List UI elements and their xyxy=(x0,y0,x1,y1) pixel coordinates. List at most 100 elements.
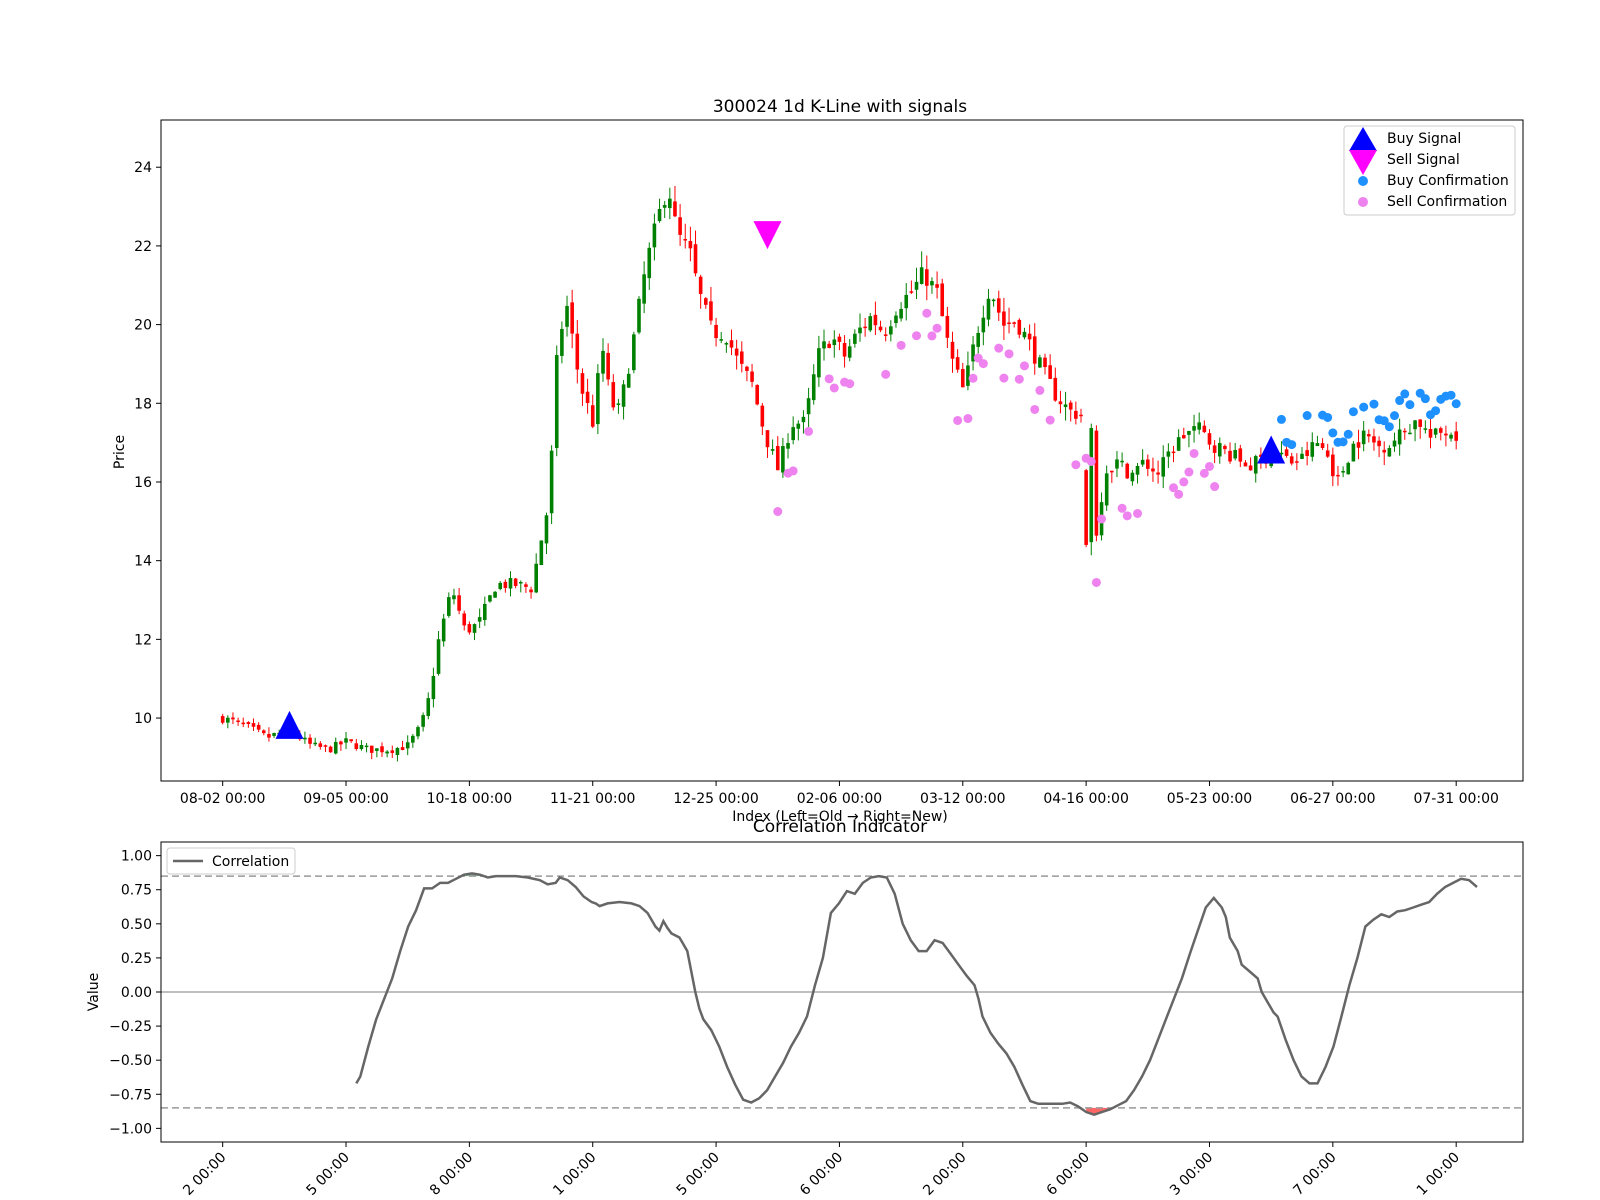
candle-body xyxy=(1068,402,1073,410)
candle-body xyxy=(1146,459,1150,469)
candle-body xyxy=(806,398,811,415)
buy-confirmation-marker xyxy=(1431,406,1441,416)
candle-body xyxy=(1310,442,1315,457)
candle-body xyxy=(1181,435,1186,439)
sell-confirmation-marker xyxy=(1184,467,1194,477)
sell-confirmation-marker xyxy=(978,359,988,369)
candle-body xyxy=(930,281,934,286)
buy-confirmation-marker xyxy=(1390,411,1400,421)
kline-x-tick-label: 11-21 00:00 xyxy=(550,791,635,807)
candle-body xyxy=(457,595,461,611)
candle-body xyxy=(549,450,554,514)
candle-body xyxy=(1187,430,1191,435)
candle-body xyxy=(349,739,353,742)
candle-body xyxy=(986,298,991,320)
candle-body xyxy=(796,423,801,429)
kline-title: 300024 1d K-Line with signals xyxy=(713,97,967,117)
sell-confirmation-marker xyxy=(912,331,922,341)
candle-body xyxy=(318,743,323,747)
candle-body xyxy=(827,343,831,348)
candle-body xyxy=(508,578,513,589)
candle-body xyxy=(899,308,903,319)
candle-body xyxy=(344,738,348,743)
candle-body xyxy=(524,584,528,587)
kline-x-tick-label: 09-05 00:00 xyxy=(303,791,388,807)
candle-body xyxy=(632,334,636,371)
candle-body xyxy=(1027,333,1032,340)
candle-body xyxy=(354,743,359,750)
candle-body xyxy=(853,333,857,344)
candle-body xyxy=(580,373,585,394)
candle-body xyxy=(251,723,256,727)
buy-confirmation-marker xyxy=(1302,411,1312,421)
candle-body xyxy=(822,341,826,349)
candle-body xyxy=(1171,451,1176,454)
kline-x-tick-label: 06-27 00:00 xyxy=(1290,791,1375,807)
candle-body xyxy=(1346,462,1351,475)
sell-confirmation-marker xyxy=(922,308,932,318)
candle-body xyxy=(518,581,523,584)
candle-body xyxy=(431,675,436,700)
correlation-y-tick-label: −0.50 xyxy=(109,1053,152,1069)
buy-confirmation-marker xyxy=(1405,400,1415,410)
candle-body xyxy=(1084,470,1088,545)
candle-body xyxy=(1007,322,1011,325)
candle-body xyxy=(1300,453,1304,459)
sell-confirmation-marker xyxy=(1045,415,1055,425)
candle-body xyxy=(411,735,415,743)
candle-body xyxy=(729,340,734,348)
candle-body xyxy=(1315,443,1320,447)
candle-body xyxy=(1017,319,1022,335)
candle-body xyxy=(560,328,564,356)
buy-confirmation-marker xyxy=(1446,390,1456,400)
candle-body xyxy=(1423,428,1428,430)
sell-confirmation-marker xyxy=(963,414,973,424)
candle-body xyxy=(673,201,677,217)
candle-body xyxy=(498,582,503,589)
candle-body xyxy=(400,747,405,751)
candle-body xyxy=(529,589,533,593)
candle-body xyxy=(1079,414,1083,417)
candle-body xyxy=(616,403,621,405)
candle-body xyxy=(765,430,770,448)
candle-body xyxy=(1289,456,1294,464)
candle-body xyxy=(626,373,631,388)
candle-body xyxy=(606,352,610,380)
kline-legend: Buy Signal Sell Signal Buy Confirmation … xyxy=(1343,125,1516,216)
candle-body xyxy=(940,283,945,317)
correlation-legend: Correlation xyxy=(166,847,296,875)
candle-body xyxy=(755,385,759,405)
buy-confirmation-marker xyxy=(1338,437,1348,447)
candle-body xyxy=(405,742,410,749)
candle-body xyxy=(652,223,657,248)
candle-body xyxy=(621,384,626,407)
candle-body xyxy=(688,240,693,249)
candle-body xyxy=(1212,445,1217,453)
sell-confirmation-marker xyxy=(881,369,891,379)
sell-confirmation-marker xyxy=(1210,482,1220,492)
candle-body xyxy=(534,563,538,593)
buy-confirmation-marker xyxy=(1323,412,1333,422)
buy-confirmation-marker xyxy=(1276,414,1286,424)
candle-body xyxy=(775,445,780,471)
candle-body xyxy=(637,298,641,333)
candle-body xyxy=(1074,410,1078,419)
candle-body xyxy=(1089,428,1094,543)
candle-body xyxy=(925,269,929,286)
correlation-y-tick-label: 0.25 xyxy=(121,951,152,967)
candle-body xyxy=(1223,445,1227,450)
candle-body xyxy=(421,715,425,727)
candle-body xyxy=(246,722,251,724)
candle-body xyxy=(760,405,765,427)
legend-sell-confirmation-icon xyxy=(1358,197,1368,207)
candle-body xyxy=(750,371,754,382)
candle-body xyxy=(462,613,467,626)
sell-confirmation-marker xyxy=(1014,374,1024,384)
candle-body xyxy=(436,639,441,674)
sell-confirmation-marker xyxy=(1091,577,1101,587)
correlation-y-tick-label: 1.00 xyxy=(121,849,152,865)
candle-body xyxy=(477,617,482,622)
candle-body xyxy=(226,717,230,723)
candle-body xyxy=(693,244,698,274)
correlation-y-tick-label: 0.00 xyxy=(121,985,152,1001)
